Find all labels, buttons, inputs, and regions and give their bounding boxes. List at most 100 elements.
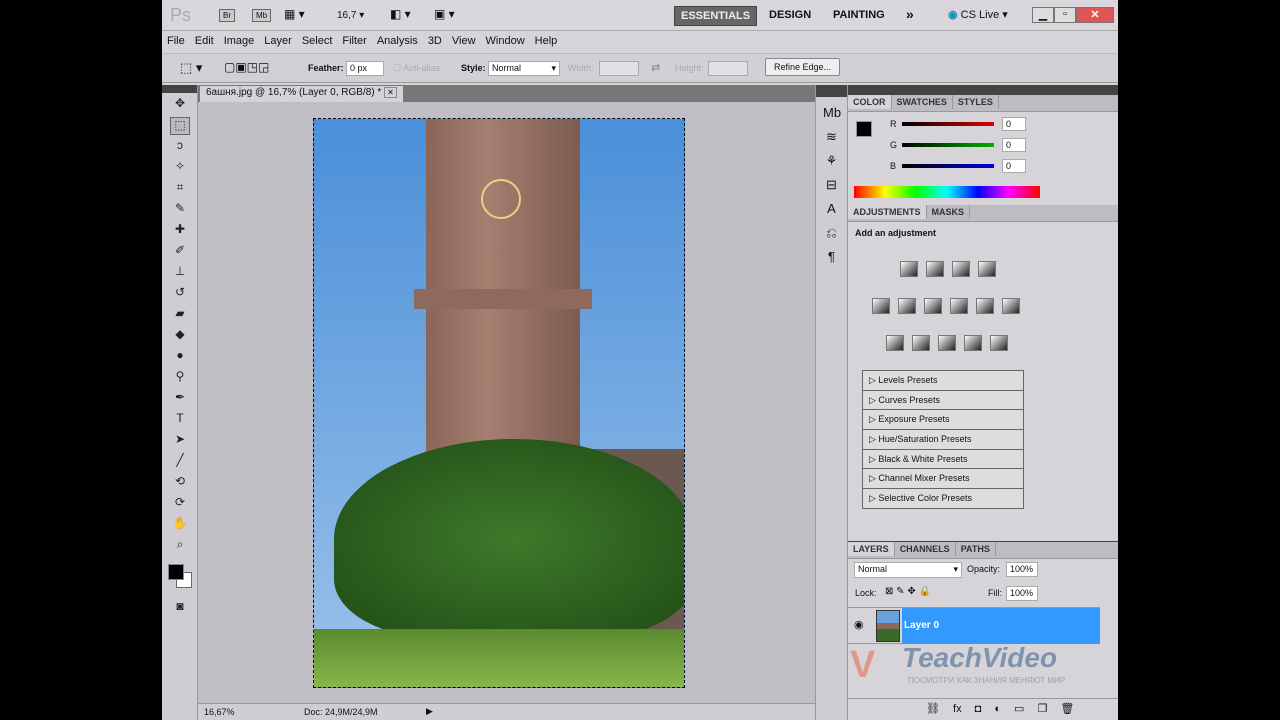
- selection-mode-buttons[interactable]: ▢▣◳◲: [224, 60, 269, 74]
- tab-adjustments[interactable]: ADJUSTMENTS: [848, 205, 927, 219]
- bridge-button[interactable]: Br: [219, 9, 235, 22]
- height-input[interactable]: [708, 61, 748, 76]
- lasso-tool-icon[interactable]: ↄ: [170, 138, 190, 156]
- zoom-level-dropdown[interactable]: 16,7 ▾: [337, 10, 364, 21]
- workspace-painting[interactable]: PAINTING: [827, 6, 891, 24]
- tab-swatches[interactable]: SWATCHES: [892, 95, 953, 109]
- preset-item[interactable]: ▷ Black & White Presets: [863, 449, 1023, 470]
- hand-tool-icon[interactable]: ✋: [170, 516, 190, 534]
- channel-slider[interactable]: [902, 164, 994, 168]
- minimize-button[interactable]: ▁: [1032, 7, 1054, 23]
- status-menu-arrow[interactable]: ▶: [426, 706, 433, 717]
- foreground-color-swatch[interactable]: [856, 121, 872, 137]
- menu-3d[interactable]: 3D: [428, 35, 442, 47]
- mini-bridge-button[interactable]: Mb: [252, 9, 272, 22]
- foreground-color[interactable]: [168, 564, 184, 580]
- more-workspaces-icon[interactable]: »: [900, 3, 920, 25]
- line-tool-icon[interactable]: ╱: [170, 453, 190, 471]
- close-tab-icon[interactable]: ✕: [384, 87, 397, 98]
- menu-view[interactable]: View: [452, 35, 476, 47]
- marquee-tool-icon[interactable]: ⬚: [170, 117, 190, 135]
- layer-row[interactable]: ◉ Layer 0: [848, 607, 1100, 644]
- type-tool-icon[interactable]: T: [170, 411, 190, 429]
- brush-presets-icon[interactable]: ≋: [823, 129, 840, 145]
- style-dropdown[interactable]: Normal ▾: [488, 61, 560, 76]
- quick-selection-tool-icon[interactable]: ✧: [170, 159, 190, 177]
- mini-bridge-icon[interactable]: Mb: [823, 105, 841, 121]
- preset-item[interactable]: ▷ Exposure Presets: [863, 410, 1023, 431]
- pen-tool-icon[interactable]: ✒: [170, 390, 190, 408]
- layers-bottom-toolbar[interactable]: ⛓ fx ◘ ◐ ▭ ❐ 🗑: [848, 698, 1118, 720]
- arrange-documents-icon[interactable]: ◧ ▾: [390, 7, 411, 21]
- zoom-readout[interactable]: 16,67%: [204, 707, 235, 717]
- channel-slider[interactable]: [902, 143, 994, 147]
- close-button[interactable]: ✕: [1076, 7, 1114, 23]
- clone-source-icon[interactable]: ⚘: [823, 153, 840, 169]
- anti-alias-checkbox[interactable]: ☐ Anti-alias: [393, 63, 440, 74]
- menu-filter[interactable]: Filter: [342, 35, 366, 47]
- preset-item[interactable]: ▷ Channel Mixer Presets: [863, 469, 1023, 490]
- screen-mode-icon[interactable]: ▣ ▾: [434, 7, 455, 21]
- refine-edge-button[interactable]: Refine Edge...: [765, 58, 841, 76]
- image-canvas[interactable]: [313, 118, 685, 688]
- channel-slider[interactable]: [902, 122, 994, 126]
- swap-icon[interactable]: ⇄: [651, 61, 660, 74]
- width-input[interactable]: [599, 61, 639, 76]
- tab-channels[interactable]: CHANNELS: [895, 542, 956, 556]
- tool-presets-icon[interactable]: ⊟: [823, 177, 840, 193]
- tab-styles[interactable]: STYLES: [953, 95, 999, 109]
- maximize-button[interactable]: ▫: [1054, 7, 1076, 23]
- blur-tool-icon[interactable]: ●: [170, 348, 190, 366]
- blend-mode-dropdown[interactable]: Normal ▾: [854, 562, 962, 578]
- visibility-eye-icon[interactable]: ◉: [854, 618, 864, 631]
- document-tab[interactable]: 6ашня.jpg @ 16,7% (Layer 0, RGB/8) * ✕: [200, 86, 403, 102]
- tool-preset-picker[interactable]: ⬚ ▾: [180, 60, 202, 76]
- eraser-tool-icon[interactable]: ▰: [170, 306, 190, 324]
- adjustment-icons-row-2[interactable]: [868, 298, 1024, 317]
- move-tool-icon[interactable]: ✥: [170, 96, 190, 114]
- menu-select[interactable]: Select: [302, 35, 333, 47]
- adjustment-icons-row-3[interactable]: [882, 335, 1012, 354]
- tab-masks[interactable]: MASKS: [927, 205, 971, 219]
- menu-edit[interactable]: Edit: [195, 35, 214, 47]
- color-swatches[interactable]: [162, 558, 197, 596]
- preset-item[interactable]: ▷ Hue/Saturation Presets: [863, 430, 1023, 450]
- quick-mask-icon[interactable]: ◙: [170, 599, 190, 617]
- cs-live-button[interactable]: ◉ CS Live ▾: [948, 8, 1008, 21]
- path-selection-tool-icon[interactable]: ➤: [170, 432, 190, 450]
- tab-paths[interactable]: PATHS: [956, 542, 996, 556]
- healing-brush-tool-icon[interactable]: ✚: [170, 222, 190, 240]
- menu-layer[interactable]: Layer: [264, 35, 292, 47]
- adjustment-icons-row-1[interactable]: [896, 261, 1000, 280]
- zoom-tool-icon[interactable]: ⌕: [170, 537, 190, 555]
- opacity-input[interactable]: 100%: [1006, 562, 1038, 577]
- feather-input[interactable]: 0 px: [346, 61, 384, 76]
- preset-item[interactable]: ▷ Selective Color Presets: [863, 489, 1023, 509]
- menu-help[interactable]: Help: [535, 35, 558, 47]
- brush-tool-icon[interactable]: ✐: [170, 243, 190, 261]
- 3d-rotate-tool-icon[interactable]: ⟲: [170, 474, 190, 492]
- menu-window[interactable]: Window: [486, 35, 525, 47]
- workspace-design[interactable]: DESIGN: [763, 6, 817, 24]
- channel-value-input[interactable]: 0: [1002, 117, 1026, 131]
- workspace-essentials[interactable]: ESSENTIALS: [674, 6, 758, 26]
- color-spectrum-bar[interactable]: [854, 186, 1040, 198]
- fill-input[interactable]: 100%: [1006, 586, 1038, 601]
- menu-file[interactable]: File: [167, 35, 185, 47]
- character-icon[interactable]: A: [823, 201, 840, 217]
- channel-value-input[interactable]: 0: [1002, 138, 1026, 152]
- eyedropper-tool-icon[interactable]: ✎: [170, 201, 190, 219]
- dodge-tool-icon[interactable]: ⚲: [170, 369, 190, 387]
- preset-item[interactable]: ▷ Curves Presets: [863, 390, 1023, 411]
- 3d-orbit-tool-icon[interactable]: ⟳: [170, 495, 190, 513]
- preset-item[interactable]: ▷ Levels Presets: [863, 371, 1023, 391]
- view-extras-icon[interactable]: ▦ ▾: [284, 7, 305, 21]
- channel-value-input[interactable]: 0: [1002, 159, 1026, 173]
- menu-analysis[interactable]: Analysis: [377, 35, 418, 47]
- paragraph-icon[interactable]: ¶: [823, 249, 840, 265]
- history-brush-tool-icon[interactable]: ↺: [170, 285, 190, 303]
- crop-tool-icon[interactable]: ⌗: [170, 180, 190, 198]
- menu-image[interactable]: Image: [224, 35, 255, 47]
- tab-color[interactable]: COLOR: [848, 95, 892, 109]
- layer-name[interactable]: Layer 0: [904, 620, 939, 631]
